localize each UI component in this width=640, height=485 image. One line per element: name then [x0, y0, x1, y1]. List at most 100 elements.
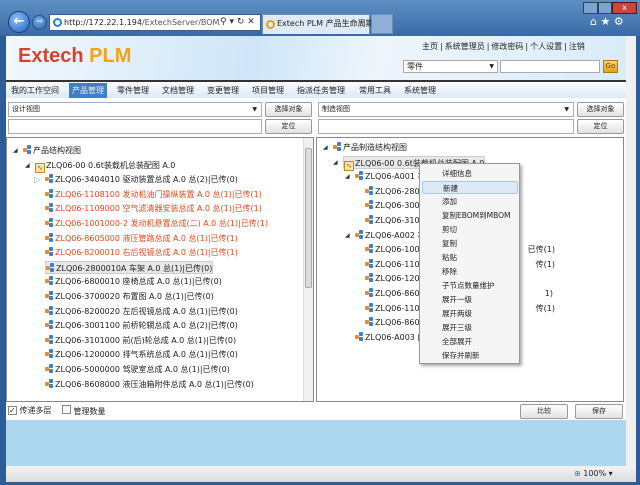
left-locate-input[interactable]: [8, 119, 262, 134]
left-locate-button[interactable]: 定位: [265, 119, 312, 134]
tree-node[interactable]: ZLQ06-8608000 液压油箱附件总成 A.0 总(1)|已传(0): [45, 378, 254, 391]
new-tab-button[interactable]: [371, 14, 393, 34]
context-menu-item[interactable]: 复制EBOM到MBOM: [422, 209, 518, 222]
expand-arrow-icon[interactable]: ◢: [323, 144, 328, 151]
tree-node[interactable]: ZLQ06-1200000 排气系统总成 A.0 总(1)|已传(0): [45, 348, 238, 361]
tree-node[interactable]: ZLQ06-8200010 右后视镜总成 A.0 总(1)|已传(1): [45, 246, 238, 259]
right-view-select[interactable]: 制造视图 ▼: [318, 102, 574, 117]
tree-node[interactable]: ∿ZLQ06-00 0.6t装载机总装配图 A.0: [35, 159, 175, 173]
tree-node[interactable]: ZLQ06-3101000 前(后)轮总成 A.0 总(1)|已传(0): [45, 334, 236, 347]
context-menu-item[interactable]: 复制: [422, 237, 518, 250]
tab-close-icon[interactable]: ×: [358, 15, 365, 33]
tree-node[interactable]: ZLQ06-8605000 液压管路总成 A.0 总(1)|已传(1): [45, 232, 238, 245]
tree-node[interactable]: ZLQ06-3001100 前桥轮辋总成 A.0 总(2)|已传(0): [45, 319, 238, 332]
maximize-button[interactable]: [598, 2, 612, 14]
part-icon: [45, 378, 54, 388]
tree-node[interactable]: ZLQ06-3404010 驱动装置总成 A.0 总(2)|已传(0): [45, 173, 238, 186]
go-button[interactable]: Go: [603, 60, 618, 73]
context-menu-item[interactable]: 展开三级: [422, 321, 518, 334]
tab-extech-plm[interactable]: Extech PLM 产品生命周期... ×: [262, 14, 381, 34]
part-icon: [365, 273, 374, 283]
pass-multi-checkbox[interactable]: ✓ 传递多层: [8, 405, 52, 416]
minimize-button[interactable]: [583, 2, 598, 14]
link-admin[interactable]: 系统管理员: [445, 42, 485, 51]
tree-node[interactable]: ZLQ06-3700020 布置图 A.0 总(1)|已传(0): [45, 290, 214, 303]
logo: Extech PLM: [18, 45, 132, 67]
tools-icon[interactable]: ⚙: [614, 15, 624, 28]
nav-workspace[interactable]: 我的工作空间: [8, 83, 62, 98]
context-menu-item[interactable]: 全部展开: [422, 335, 518, 348]
left-tree-panel: ◢ 产品结构视图 ◢ ∿ ZLQ06-00 0.6t装载机总装配图 A.0 ▷ ZLQ06-…: [6, 137, 314, 402]
expand-arrow-icon[interactable]: ◢: [345, 232, 350, 239]
right-locate-input[interactable]: [318, 119, 574, 134]
nav-tasks[interactable]: 指派任务管理: [294, 83, 348, 98]
close-icon[interactable]: ✕: [247, 17, 255, 27]
part-icon: [45, 291, 54, 300]
context-menu-item[interactable]: 详细信息: [422, 167, 518, 180]
tree-node[interactable]: 产品制造结构视图: [333, 141, 407, 154]
back-button[interactable]: ←: [8, 11, 30, 33]
zoom-icon: ⊕: [574, 469, 581, 478]
search-input[interactable]: [500, 60, 600, 73]
tree-node[interactable]: ZLQ06-1001000-2 发动机悬置总成(二) A.0 总(1)|已传(1…: [45, 217, 268, 230]
right-select-object-button[interactable]: 选择对象: [577, 102, 624, 117]
expand-arrow-icon[interactable]: ◢: [25, 162, 30, 169]
nav-project[interactable]: 项目管理: [249, 83, 287, 98]
link-home[interactable]: 主页: [422, 42, 438, 51]
left-view-select[interactable]: 设计视图 ▼: [8, 102, 262, 117]
scroll-thumb[interactable]: [305, 148, 312, 288]
tree-node[interactable]: ZLQ06-5000000 驾驶室总成 A.0 总(1)|已传(0): [45, 363, 230, 376]
zoom-control[interactable]: ⊕ 100% ▾: [574, 469, 613, 478]
home-icon[interactable]: ⌂: [590, 15, 597, 28]
link-logout[interactable]: 注销: [569, 42, 585, 51]
nav-tools[interactable]: 常用工具: [356, 83, 394, 98]
collapsed-arrow-icon[interactable]: ▷: [34, 175, 40, 184]
save-button[interactable]: 保存: [575, 404, 623, 419]
footer-area: [6, 420, 626, 466]
context-menu-item[interactable]: 子节点数量维护: [422, 279, 518, 292]
nav-system[interactable]: 系统管理: [401, 83, 439, 98]
forward-button[interactable]: →: [32, 15, 47, 30]
refresh-icon[interactable]: ↻: [237, 17, 245, 27]
link-change-password[interactable]: 修改密码: [491, 42, 523, 51]
context-menu-item[interactable]: 移除: [422, 265, 518, 278]
nav-change[interactable]: 变更管理: [204, 83, 242, 98]
part-icon: [45, 305, 54, 315]
compare-button[interactable]: 比较: [520, 404, 568, 419]
part-icon: [23, 145, 32, 154]
manage-qty-checkbox[interactable]: 管理数量: [62, 405, 106, 417]
left-scrollbar[interactable]: [303, 138, 313, 401]
left-select-object-button[interactable]: 选择对象: [265, 102, 312, 117]
context-menu-item[interactable]: 保存并刷新: [422, 349, 518, 362]
part-icon: [45, 334, 54, 344]
expand-arrow-icon[interactable]: ◢: [345, 173, 350, 180]
part-icon: [333, 142, 342, 151]
window-close-button[interactable]: x: [612, 2, 637, 14]
context-menu-item[interactable]: 添加: [422, 195, 518, 208]
nav-docs[interactable]: 文档管理: [159, 83, 197, 98]
context-menu-item[interactable]: 展开一级: [422, 293, 518, 306]
favorites-icon[interactable]: ★: [600, 15, 610, 28]
nav-product[interactable]: 产品管理: [69, 83, 107, 98]
tree-node[interactable]: ZLQ06-6800010 座椅总成 A.0 总(1)|已传(0): [45, 275, 222, 288]
address-actions[interactable]: ⚲ ▾ ↻ ✕: [220, 15, 260, 29]
nav-parts[interactable]: 零件管理: [114, 83, 152, 98]
tree-node[interactable]: ZLQ06-8200020 左后视镜总成 A.0 总(1)|已传(0): [45, 305, 238, 318]
tree-node[interactable]: 产品结构视图: [23, 144, 81, 157]
context-menu-item[interactable]: 粘贴: [422, 251, 518, 264]
context-menu-item[interactable]: 新建: [422, 181, 518, 194]
search-type-select[interactable]: 零件 ▼: [403, 60, 498, 73]
context-menu-item[interactable]: 剪切: [422, 223, 518, 236]
search-icon[interactable]: ⚲: [220, 17, 227, 27]
part-icon: [365, 302, 374, 312]
context-menu-item[interactable]: 展开两级: [422, 307, 518, 320]
page-scrollbar[interactable]: [626, 36, 636, 466]
tree-node[interactable]: ZLQ06-1108100 发动机油门操纵装置 A.0 总(1)|已传(1): [45, 188, 262, 201]
tree-node[interactable]: ZLQ06-2800010A 车架 A.0 总(1)|已传(0): [45, 260, 214, 274]
expand-arrow-icon[interactable]: ◢: [333, 159, 338, 166]
tree-node[interactable]: ZLQ06-1109000 空气滤清器安装总成 A.0 总(1)|已传(1): [45, 202, 262, 215]
expand-arrow-icon[interactable]: ◢: [13, 147, 18, 154]
link-settings[interactable]: 个人设置: [530, 42, 562, 51]
page: Extech PLM 主页 | 系统管理员 | 修改密码 | 个人设置 | 注销 零件 ▼ Go …: [6, 36, 626, 466]
right-locate-button[interactable]: 定位: [577, 119, 624, 134]
